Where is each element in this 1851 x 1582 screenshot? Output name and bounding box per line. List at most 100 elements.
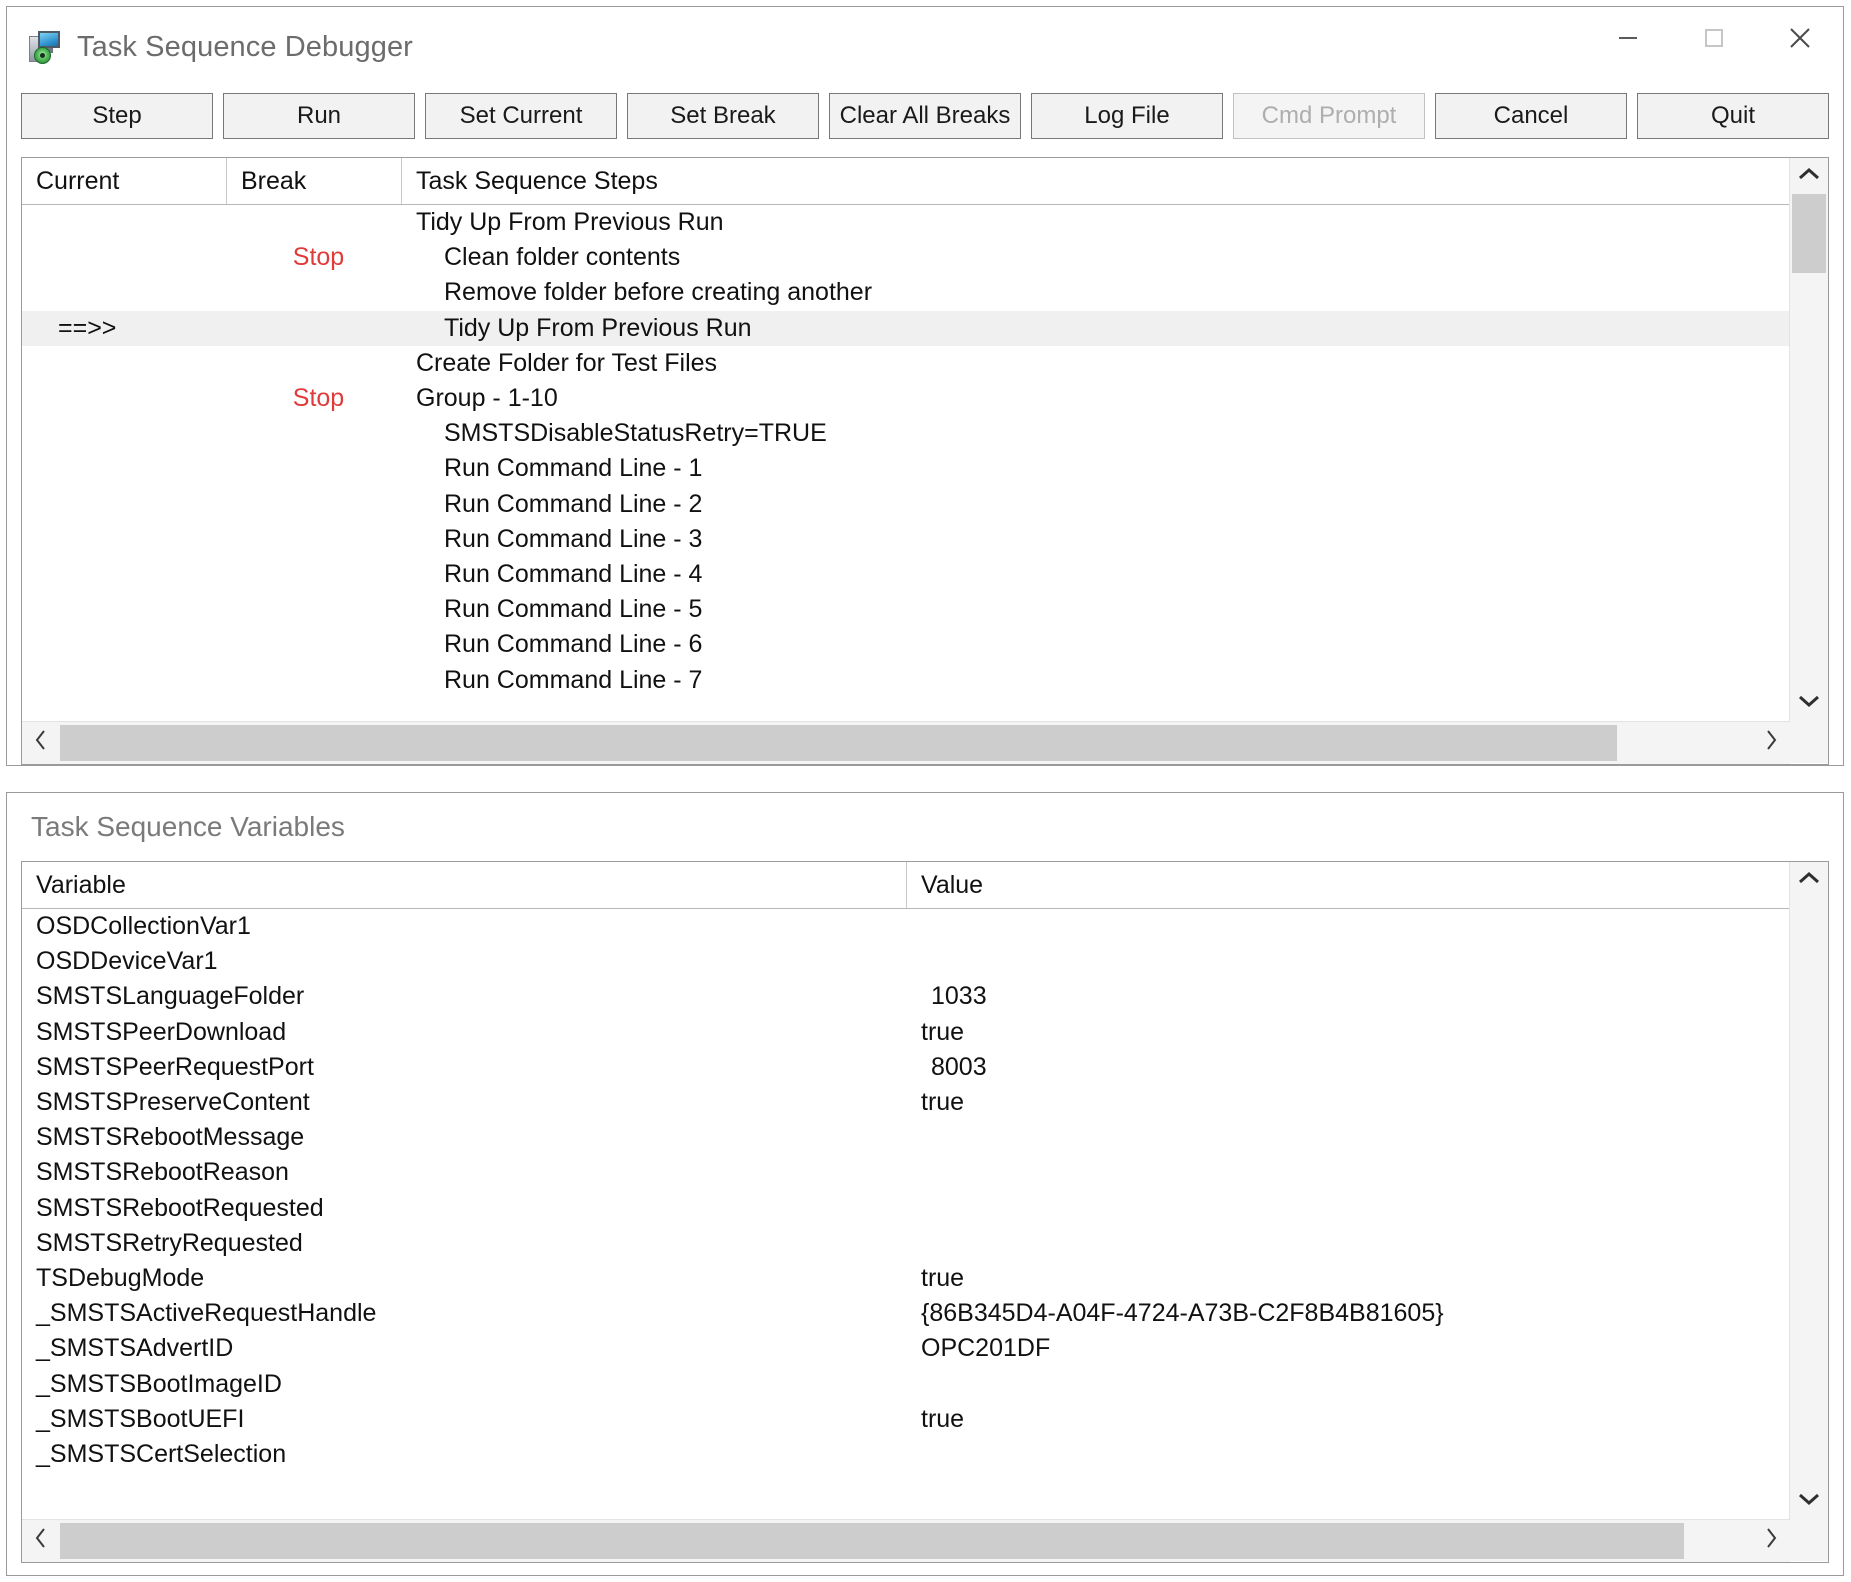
- variables-hscroll-track[interactable]: [60, 1520, 1752, 1562]
- log-file-button[interactable]: Log File: [1031, 93, 1223, 139]
- steps-vertical-scrollbar[interactable]: [1789, 158, 1828, 721]
- cancel-button[interactable]: Cancel: [1435, 93, 1627, 139]
- table-row[interactable]: SMSTSPeerRequestPort8003: [22, 1050, 1789, 1085]
- minimize-button[interactable]: [1585, 7, 1671, 69]
- variables-rows: OSDCollectionVar1OSDDeviceVar1SMSTSLangu…: [22, 909, 1789, 1519]
- scroll-down-button[interactable]: [1790, 685, 1828, 721]
- app-installer-icon: [29, 29, 65, 65]
- cell-step-name: Tidy Up From Previous Run: [402, 208, 1789, 237]
- steps-hscroll-track[interactable]: [60, 722, 1752, 764]
- close-button[interactable]: [1757, 7, 1843, 69]
- table-row[interactable]: StopGroup - 1-10: [22, 381, 1789, 416]
- cell-variable-name: SMSTSRebootRequested: [22, 1194, 907, 1223]
- close-icon: [1783, 21, 1817, 55]
- steps-horizontal-scrollbar[interactable]: [22, 721, 1790, 764]
- cell-step-name: Run Command Line - 5: [402, 595, 1789, 624]
- chevron-right-icon: [1762, 727, 1780, 760]
- column-header-task-sequence-steps[interactable]: Task Sequence Steps: [402, 158, 1789, 204]
- table-row[interactable]: _SMSTSAdvertIDOPC201DF: [22, 1331, 1789, 1366]
- cell-variable-value: true: [907, 1088, 1789, 1117]
- cell-variable-value: {86B345D4-A04F-4724-A73B-C2F8B4B81605}: [907, 1299, 1789, 1328]
- cell-variable-name: TSDebugMode: [22, 1264, 907, 1293]
- column-header-value[interactable]: Value: [907, 862, 1789, 908]
- maximize-button[interactable]: [1671, 7, 1757, 69]
- step-button[interactable]: Step: [21, 93, 213, 139]
- set-current-button[interactable]: Set Current: [425, 93, 617, 139]
- variables-list-body: Variable Value OSDCollectionVar1 OSDDevic…: [22, 862, 1828, 1519]
- table-row[interactable]: Create Folder for Test Files: [22, 346, 1789, 381]
- table-row[interactable]: Remove folder before creating another: [22, 275, 1789, 310]
- table-row[interactable]: Run Command Line - 3: [22, 522, 1789, 557]
- steps-hscroll-thumb[interactable]: [60, 725, 1617, 761]
- scroll-left-button[interactable]: [22, 727, 60, 760]
- quit-button[interactable]: Quit: [1637, 93, 1829, 139]
- cell-variable-name: OSDCollectionVar1: [22, 912, 907, 941]
- table-row[interactable]: SMSTSPreserveContenttrue: [22, 1085, 1789, 1120]
- title-bar-left: Task Sequence Debugger: [7, 7, 413, 71]
- table-row[interactable]: Run Command Line - 6: [22, 627, 1789, 662]
- cell-variable-name: SMSTSPreserveContent: [22, 1088, 907, 1117]
- variables-scroll-left-button[interactable]: [22, 1525, 60, 1558]
- table-row[interactable]: SMSTSRebootReason: [22, 1155, 1789, 1190]
- cell-break-marker: Stop: [227, 384, 402, 413]
- table-row[interactable]: Run Command Line - 2: [22, 487, 1789, 522]
- table-row[interactable]: _SMSTSActiveRequestHandle{86B345D4-A04F-…: [22, 1296, 1789, 1331]
- table-row[interactable]: SMSTSLanguageFolder1033: [22, 979, 1789, 1014]
- variables-scroll-right-button[interactable]: [1752, 1525, 1790, 1558]
- table-row[interactable]: TSDebugModetrue: [22, 1261, 1789, 1296]
- table-row[interactable]: _SMSTSCertSelection: [22, 1437, 1789, 1472]
- cell-variable-value: true: [907, 1405, 1789, 1434]
- table-row[interactable]: OSDDeviceVar1: [22, 944, 1789, 979]
- chevron-down-icon: [1796, 692, 1822, 715]
- table-row[interactable]: SMSTSRebootRequested: [22, 1191, 1789, 1226]
- table-row[interactable]: SMSTSRebootMessage: [22, 1120, 1789, 1155]
- table-row[interactable]: Run Command Line - 5: [22, 592, 1789, 627]
- column-header-break[interactable]: Break: [227, 158, 402, 204]
- steps-vscroll-track[interactable]: [1790, 194, 1828, 685]
- column-header-variable[interactable]: Variable: [22, 862, 907, 908]
- table-row[interactable]: ==>>Tidy Up From Previous Run: [22, 311, 1789, 346]
- window-controls: [1585, 7, 1843, 69]
- minimize-icon: [1613, 23, 1643, 53]
- cell-variable-name: _SMSTSAdvertID: [22, 1334, 907, 1363]
- cell-step-name: Run Command Line - 2: [402, 490, 1789, 519]
- cell-step-name: Run Command Line - 1: [402, 454, 1789, 483]
- run-button[interactable]: Run: [223, 93, 415, 139]
- variables-scroll-down-button[interactable]: [1790, 1483, 1828, 1519]
- variables-hscroll-thumb[interactable]: [60, 1523, 1684, 1559]
- steps-rows: Tidy Up From Previous Run StopClean folde…: [22, 205, 1789, 721]
- table-row[interactable]: Run Command Line - 1: [22, 451, 1789, 486]
- scroll-right-button[interactable]: [1752, 727, 1790, 760]
- variables-scroll-up-button[interactable]: [1790, 862, 1828, 898]
- debugger-toolbar: StepRunSet CurrentSet BreakClear All Bre…: [7, 85, 1843, 147]
- chevron-down-icon: [1796, 1490, 1822, 1513]
- clear-all-breaks-button[interactable]: Clear All Breaks: [829, 93, 1021, 139]
- table-row[interactable]: StopClean folder contents: [22, 240, 1789, 275]
- variables-list: Variable Value OSDCollectionVar1 OSDDevic…: [21, 861, 1829, 1563]
- table-row[interactable]: SMSTSPeerDownloadtrue: [22, 1015, 1789, 1050]
- table-row[interactable]: _SMSTSBootUEFItrue: [22, 1402, 1789, 1437]
- steps-list-body: Current Break Task Sequence Steps Tidy U…: [22, 158, 1828, 721]
- task-sequence-debugger-window: Task Sequence Debugger StepRunSet Curren…: [6, 6, 1844, 766]
- variables-vscroll-track[interactable]: [1790, 898, 1828, 1483]
- table-row[interactable]: Run Command Line - 4: [22, 557, 1789, 592]
- table-row[interactable]: Tidy Up From Previous Run: [22, 205, 1789, 240]
- steps-vscroll-thumb[interactable]: [1792, 194, 1826, 273]
- variables-horizontal-scrollbar[interactable]: [22, 1519, 1790, 1562]
- variables-scroll-corner: [1790, 1519, 1828, 1561]
- table-row[interactable]: SMSTSRetryRequested: [22, 1226, 1789, 1261]
- table-row[interactable]: SMSTSDisableStatusRetry=TRUE: [22, 416, 1789, 451]
- variables-vertical-scrollbar[interactable]: [1789, 862, 1828, 1519]
- chevron-left-icon: [32, 727, 50, 760]
- table-row[interactable]: _SMSTSBootImageID: [22, 1366, 1789, 1401]
- cell-variable-name: _SMSTSActiveRequestHandle: [22, 1299, 907, 1328]
- cell-variable-name: SMSTSLanguageFolder: [22, 982, 907, 1011]
- table-row[interactable]: Run Command Line - 7: [22, 662, 1789, 697]
- column-header-current[interactable]: Current: [22, 158, 227, 204]
- cell-current-marker: ==>>: [22, 314, 227, 343]
- variables-column-headers: Variable Value: [22, 862, 1789, 909]
- table-row[interactable]: OSDCollectionVar1: [22, 909, 1789, 944]
- scroll-up-button[interactable]: [1790, 158, 1828, 194]
- set-break-button[interactable]: Set Break: [627, 93, 819, 139]
- cell-variable-name: SMSTSRebootReason: [22, 1158, 907, 1187]
